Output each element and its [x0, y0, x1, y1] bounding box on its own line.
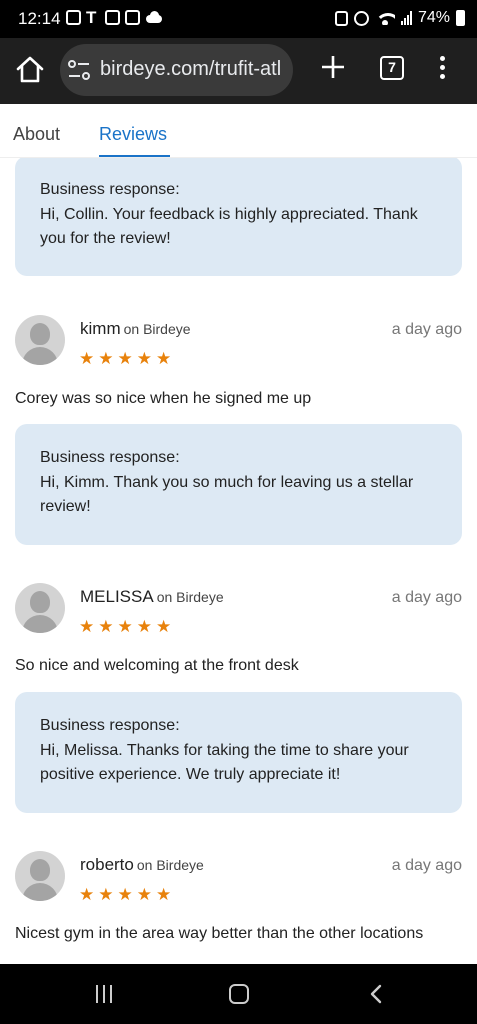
reviewer-info: MELISSA on Birdeye [80, 587, 224, 607]
review-platform: on Birdeye [136, 857, 204, 873]
reviewer-name[interactable]: MELISSA [80, 587, 154, 606]
review-text: So nice and welcoming at the front desk [15, 657, 299, 674]
t-mobile-icon: T [86, 8, 97, 27]
review-platform: on Birdeye [156, 589, 224, 605]
browser-toolbar: birdeye.com/trufit-atl 7 [0, 38, 477, 104]
url-text[interactable]: birdeye.com/trufit-atl [100, 58, 281, 81]
review-text: Nicest gym in the area way better than t… [15, 925, 424, 942]
home-icon[interactable] [14, 54, 46, 86]
reviewer-info: kimm on Birdeye [80, 319, 191, 339]
recent-apps-icon[interactable] [96, 985, 112, 1003]
reviewer-name[interactable]: roberto [80, 855, 134, 874]
review-text: Corey was so nice when he signed me up [15, 390, 312, 407]
review-time: a day ago [391, 857, 462, 874]
more-menu-icon[interactable] [434, 56, 450, 82]
home-button-icon[interactable] [229, 984, 249, 1004]
review-header: roberto on Birdeye a day ago ★★★★★ [0, 851, 477, 921]
tab-switcher-icon[interactable]: 7 [380, 56, 404, 80]
gallery-icon [105, 10, 120, 25]
news-icon [125, 10, 140, 25]
address-bar[interactable]: birdeye.com/trufit-atl [60, 44, 293, 96]
reviewer-info: roberto on Birdeye [80, 855, 204, 875]
avatar [15, 851, 65, 901]
avatar [15, 583, 65, 633]
business-response: Business response: Hi, Melissa. Thanks f… [15, 692, 462, 813]
review-platform: on Birdeye [123, 321, 191, 337]
review-header: MELISSA on Birdeye a day ago ★★★★★ [0, 583, 477, 653]
notification-icon [66, 10, 81, 25]
battery-icon [456, 10, 465, 26]
star-rating: ★★★★★ [79, 885, 176, 904]
reviews-list[interactable]: Business response: Hi, Collin. Your feed… [0, 158, 477, 964]
cloud-icon [145, 10, 163, 25]
reviewer-name[interactable]: kimm [80, 319, 121, 338]
tab-about[interactable]: About [13, 124, 60, 145]
signal-icon [400, 11, 412, 25]
response-label: Business response: [40, 181, 180, 198]
business-response: Business response: Hi, Kimm. Thank you s… [15, 424, 462, 545]
response-text: Hi, Melissa. Thanks for taking the time … [40, 741, 409, 784]
alarm-icon [353, 10, 369, 26]
response-text: Hi, Kimm. Thank you so much for leaving … [40, 473, 414, 516]
response-text: Hi, Collin. Your feedback is highly appr… [40, 205, 418, 248]
battery-saver-icon [334, 10, 348, 26]
tab-reviews[interactable]: Reviews [99, 124, 167, 145]
star-rating: ★★★★★ [79, 349, 176, 368]
wifi-icon [374, 11, 395, 25]
system-icons: 74% [334, 9, 465, 27]
response-label: Business response: [40, 449, 180, 466]
avatar [15, 315, 65, 365]
system-nav-bar [0, 964, 477, 1024]
battery-percent: 74% [417, 9, 450, 26]
site-settings-icon[interactable] [67, 58, 91, 82]
page-tabs: About Reviews [0, 104, 477, 158]
review-header: kimm on Birdeye a day ago ★★★★★ [0, 315, 477, 385]
business-response: Business response: Hi, Collin. Your feed… [15, 158, 462, 276]
new-tab-icon[interactable] [318, 52, 348, 82]
status-bar: 12:14 T 74% [0, 0, 477, 38]
status-time: 12:14 [18, 9, 61, 28]
notification-icons: T [66, 8, 163, 27]
active-tab-indicator [99, 155, 170, 157]
back-icon[interactable] [367, 984, 387, 1004]
review-time: a day ago [391, 321, 462, 338]
review-time: a day ago [391, 589, 462, 606]
response-label: Business response: [40, 717, 180, 734]
star-rating: ★★★★★ [79, 617, 176, 636]
